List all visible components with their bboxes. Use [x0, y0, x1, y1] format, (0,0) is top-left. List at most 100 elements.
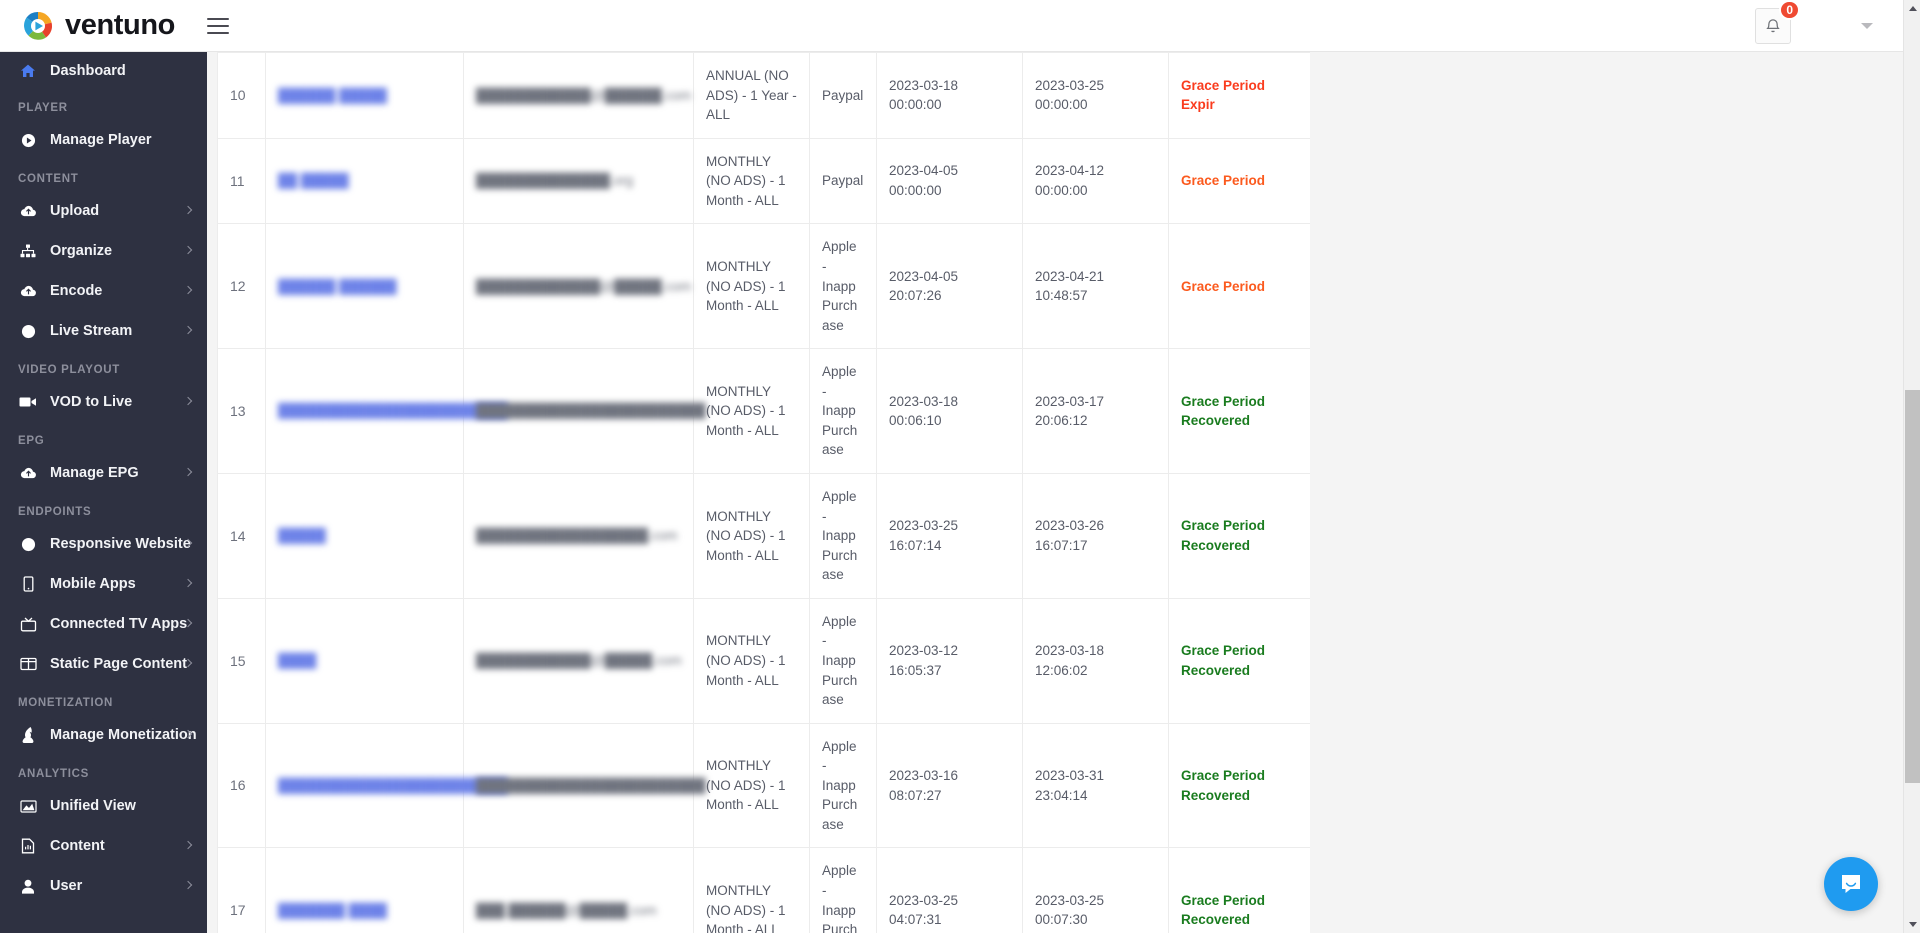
row-name-cell[interactable]: █████: [265, 473, 464, 599]
table-row[interactable]: 11 ██ █████ ██████████████.org MONTHLY (NO …: [217, 138, 1310, 225]
sidebar-item-live-stream[interactable]: Live Stream: [0, 311, 207, 351]
brand-logo[interactable]: ventuno: [0, 10, 175, 42]
sidebar-section-player: PLAYER: [18, 102, 68, 114]
row-start-date-cell: 2023-03-25 04:07:31: [876, 847, 1023, 933]
sidebar-item-content[interactable]: Content: [0, 826, 207, 866]
redacted-user-name: ██████ █████: [278, 87, 387, 103]
row-index-cell: 17: [217, 847, 266, 933]
file-chart-icon: [18, 837, 38, 855]
hamburger-menu-icon[interactable]: [206, 17, 229, 34]
sidebar-item-label: Upload: [50, 203, 100, 219]
row-index-cell: 11: [217, 138, 266, 225]
row-status-cell: Grace Period: [1168, 138, 1310, 225]
sidebar-item-encode[interactable]: Encode: [0, 271, 207, 311]
intercom-chat-icon[interactable]: [1824, 857, 1878, 911]
chevron-right-icon: [183, 205, 193, 215]
scrollbar-thumb[interactable]: [1905, 390, 1920, 783]
row-name-cell[interactable]: ██ █████: [265, 138, 464, 225]
row-name-cell[interactable]: ██████ ██████: [265, 223, 464, 350]
table-row[interactable]: 10 ██████ █████ ████████████@██████.com ANN…: [217, 52, 1310, 139]
cloud-upload-icon: [18, 202, 38, 220]
row-name-cell[interactable]: ███████ ████: [265, 847, 464, 933]
row-index-cell: 14: [217, 473, 266, 599]
redacted-user-email: ████████████@█████.com: [476, 652, 682, 668]
table-row[interactable]: 14 █████ ██████████████████.com MONTHLY (NO…: [217, 473, 1310, 599]
sidebar-item-label: Responsive Website: [50, 536, 191, 552]
redacted-user-name: █████: [278, 528, 326, 544]
row-start-date-cell: 2023-03-12 16:05:37: [876, 598, 1023, 724]
sidebar-item-label: Dashboard: [50, 62, 126, 79]
sidebar-item-organize[interactable]: Organize: [0, 231, 207, 271]
table-row[interactable]: 12 ██████ ██████ █████████████@█████.com MO…: [217, 223, 1310, 350]
mobile-phone-icon: [18, 575, 38, 593]
row-email-cell: ████████████████████████: [463, 723, 706, 849]
sitemap-icon: [18, 242, 38, 260]
sidebar-item-static-page-content[interactable]: Static Page Content: [0, 644, 207, 684]
row-payment-gateway-cell: Apple - Inapp Purchase: [809, 223, 877, 350]
sidebar-item-upload[interactable]: Upload: [0, 191, 207, 231]
chevron-right-icon: [183, 578, 193, 588]
sidebar-item-responsive-website[interactable]: Responsive Website: [0, 524, 207, 564]
row-payment-gateway-cell: Apple - Inapp Purchase: [809, 348, 877, 474]
table-row[interactable]: 17 ███████ ████ ███.██████@█████.com MONTHL…: [217, 847, 1310, 933]
table-row[interactable]: 13 ████████████████████████ ██████████████…: [217, 348, 1310, 474]
row-payment-gateway-cell: Apple - Inapp Purchase: [809, 473, 877, 599]
row-name-cell[interactable]: ████████████████████████: [265, 348, 508, 474]
table-row[interactable]: 15 ████ ████████████@█████.com MONTHLY (NO …: [217, 598, 1310, 724]
columns-icon: [18, 655, 38, 673]
row-end-date-cell: 2023-03-26 16:07:17: [1022, 473, 1169, 599]
chevron-down-icon[interactable]: [1861, 22, 1873, 29]
sidebar-item-connected-tv-apps[interactable]: Connected TV Apps: [0, 604, 207, 644]
row-email-cell: ██████████████████.com: [463, 473, 694, 599]
row-end-date-cell: 2023-03-31 23:04:14: [1022, 723, 1169, 849]
redacted-user-email: ██████████████████.com: [476, 528, 678, 544]
row-status-cell: Grace Period Recovered: [1168, 473, 1310, 599]
row-payment-gateway-cell: Apple - Inapp Purchase: [809, 723, 877, 849]
row-index-cell: 13: [217, 348, 266, 474]
status-badge: Grace Period Recovered: [1181, 393, 1266, 429]
sidebar-item-manage-epg[interactable]: Manage EPG: [0, 453, 207, 493]
sidebar-item-dashboard[interactable]: Dashboard: [0, 52, 207, 89]
table-row[interactable]: 16 ████████████████████████ ██████████████…: [217, 723, 1310, 849]
row-name-cell[interactable]: ████: [265, 598, 464, 724]
row-name-cell[interactable]: ██████ █████: [265, 52, 464, 139]
subscriptions-table: 10 ██████ █████ ████████████@██████.com ANN…: [217, 52, 1310, 933]
row-status-cell: Grace Period Recovered: [1168, 847, 1310, 933]
row-index-cell: 16: [217, 723, 266, 849]
sidebar-item-manage-monetization[interactable]: Manage Monetization: [0, 715, 207, 755]
sidebar-item-label: Manage Player: [50, 132, 152, 148]
page-scrollbar[interactable]: [1903, 0, 1920, 933]
sidebar-item-label: VOD to Live: [50, 394, 133, 410]
row-name-cell[interactable]: ████████████████████████: [265, 723, 508, 849]
sidebar-item-label: Manage EPG: [50, 465, 139, 481]
row-end-date-cell: 2023-03-25 00:00:00: [1022, 52, 1169, 139]
row-email-cell: ████████████@██████.com: [463, 52, 694, 139]
row-plan-cell: MONTHLY (NO ADS) - 1 Month - ALL: [693, 598, 810, 724]
play-circle-icon: [18, 131, 38, 149]
row-payment-gateway-cell: Paypal: [809, 52, 877, 139]
cloud-upload-icon: [18, 282, 38, 300]
notifications[interactable]: 0: [1755, 0, 1800, 44]
sidebar-item-user[interactable]: User: [0, 866, 207, 906]
chevron-right-icon: [183, 840, 193, 850]
chevron-right-icon: [183, 325, 193, 335]
triangle-up-icon[interactable]: [1904, 0, 1920, 17]
row-status-cell: Grace Period Recovered: [1168, 598, 1310, 724]
notification-count-badge: 0: [1779, 0, 1800, 20]
redacted-user-name: ███████ ████: [278, 902, 387, 918]
user-icon: [18, 877, 38, 895]
chevron-right-icon: [183, 880, 193, 890]
row-status-cell: Grace Period: [1168, 223, 1310, 350]
sidebar-item-unified-view[interactable]: Unified View: [0, 786, 207, 826]
sidebar-item-label: Unified View: [50, 798, 136, 814]
sidebar-item-manage-player[interactable]: Manage Player: [0, 120, 207, 160]
triangle-down-icon[interactable]: [1904, 916, 1920, 933]
redacted-user-email: ████████████████████████: [476, 777, 706, 793]
sidebar-item-label: Static Page Content: [50, 656, 187, 672]
sidebar-item-vod-to-live[interactable]: VOD to Live: [0, 382, 207, 422]
row-start-date-cell: 2023-03-25 16:07:14: [876, 473, 1023, 599]
content-gutter: [1310, 52, 1911, 933]
sidebar-item-mobile-apps[interactable]: Mobile Apps: [0, 564, 207, 604]
sidebar-section-analytics: ANALYTICS: [18, 768, 90, 780]
row-plan-cell: ANNUAL (NO ADS) - 1 Year - ALL: [693, 52, 810, 139]
